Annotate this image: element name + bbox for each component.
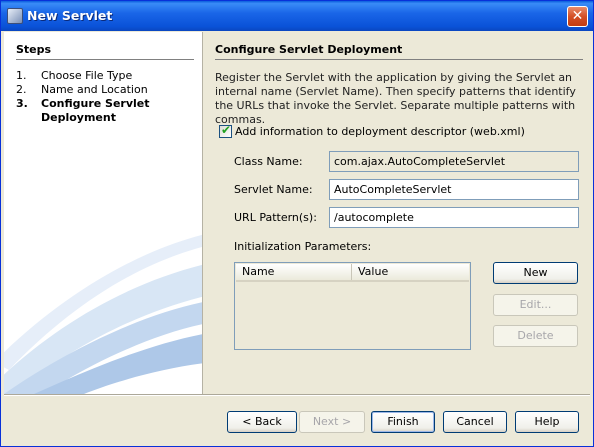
init-params-table[interactable]: Name Value <box>234 262 471 350</box>
class-name-field[interactable]: com.ajax.AutoCompleteServlet <box>329 151 579 172</box>
step-number: 2. <box>16 83 27 96</box>
next-button[interactable]: Next > <box>299 411 365 433</box>
deployment-descriptor-checkbox[interactable]: ✔ <box>219 123 232 138</box>
cancel-button[interactable]: Cancel <box>443 411 507 433</box>
description-text: Register the Servlet with the applicatio… <box>215 71 576 126</box>
steps-divider <box>16 59 194 60</box>
url-pattern-input[interactable]: /autocomplete <box>329 207 579 228</box>
netbeans-cube-icon <box>7 8 23 24</box>
steps-title: Steps <box>16 43 52 56</box>
step-label: Choose File Type <box>41 69 133 82</box>
step-number: 3. <box>16 97 28 110</box>
footer-divider-highlight <box>4 395 590 396</box>
close-x-icon: ✕ <box>571 8 584 24</box>
window-title: New Servlet <box>27 8 113 23</box>
section-divider <box>215 59 583 60</box>
servlet-name-label: Servlet Name: <box>234 183 313 196</box>
class-name-label: Class Name: <box>234 155 303 168</box>
step-label: Name and Location <box>41 83 148 96</box>
servlet-name-input[interactable]: AutoCompleteServlet <box>329 179 579 200</box>
main-panel: Configure Servlet Deployment Register th… <box>203 32 593 394</box>
column-header-name[interactable]: Name <box>236 264 352 280</box>
url-pattern-label: URL Pattern(s): <box>234 211 317 224</box>
new-param-button[interactable]: New <box>493 262 578 284</box>
column-header-value[interactable]: Value <box>352 264 469 280</box>
step-label: Configure Servlet Deployment <box>41 97 150 124</box>
new-servlet-dialog: New Servlet ✕ Steps 1. Choose File Type … <box>0 0 594 447</box>
back-button[interactable]: < Back <box>227 411 297 433</box>
checkbox-label[interactable]: Add information to deployment descriptor… <box>235 125 525 138</box>
section-title: Configure Servlet Deployment <box>215 43 403 56</box>
steps-panel: Steps 1. Choose File Type 2. Name and Lo… <box>4 32 203 394</box>
help-button[interactable]: Help <box>515 411 579 433</box>
delete-param-button[interactable]: Delete <box>493 325 578 347</box>
step-number: 1. <box>16 69 27 82</box>
edit-param-button[interactable]: Edit... <box>493 294 578 316</box>
finish-button[interactable]: Finish <box>371 411 435 433</box>
table-header: Name Value <box>236 264 469 282</box>
close-button[interactable]: ✕ <box>567 6 588 27</box>
title-bar[interactable]: New Servlet ✕ <box>1 1 593 31</box>
init-params-label: Initialization Parameters: <box>234 240 372 253</box>
checkmark-icon: ✔ <box>221 123 232 137</box>
